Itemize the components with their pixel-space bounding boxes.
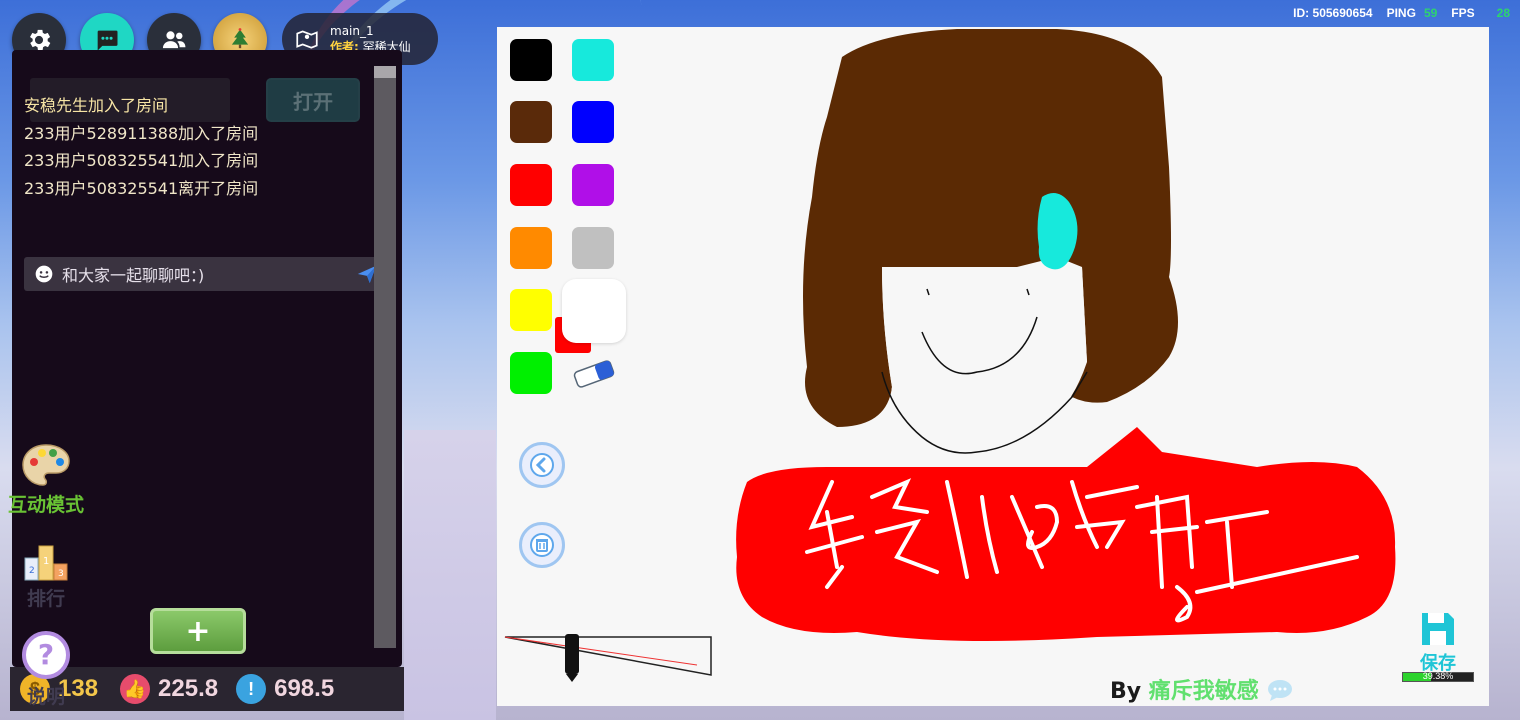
chat-scrollbar-thumb[interactable] xyxy=(374,66,396,78)
color-swatch-orange[interactable] xyxy=(510,227,552,269)
fps-label: FPS xyxy=(1451,6,1475,20)
palette-icon xyxy=(22,444,70,486)
add-button[interactable]: + xyxy=(150,608,246,654)
chat-scrollbar[interactable] xyxy=(374,66,396,648)
ping-label: PING xyxy=(1386,6,1416,20)
fps-readout: FPS 28 xyxy=(1451,6,1510,20)
eraser-icon[interactable] xyxy=(571,357,617,391)
undo-button[interactable] xyxy=(519,442,565,488)
ping-value: 59 xyxy=(1423,6,1438,20)
chat-message-list: 安稳先生加入了房间 233用户528911388加入了房间 233用户50832… xyxy=(24,92,258,202)
svg-text:3: 3 xyxy=(58,569,64,579)
artist-name: 痛斥我敏感 xyxy=(1148,679,1259,704)
save-progress-text: 39.38% xyxy=(1422,671,1454,681)
svg-text:1: 1 xyxy=(43,556,49,567)
save-icon xyxy=(1422,613,1454,645)
by-prefix: By xyxy=(1110,679,1142,704)
open-button[interactable]: 打开 xyxy=(266,78,360,122)
chat-message: 233用户508325541离开了房间 xyxy=(24,178,259,198)
brush-size-handle[interactable] xyxy=(563,632,581,684)
map-name: main_1 xyxy=(330,24,374,38)
side-tool-strip xyxy=(404,430,496,720)
trash-icon xyxy=(530,533,554,557)
drawing-artwork xyxy=(504,29,1396,676)
fps-value: 28 xyxy=(1496,6,1510,20)
color-swatch-yellow[interactable] xyxy=(510,289,552,331)
color-swatch-black[interactable] xyxy=(510,39,552,81)
interactive-mode-button[interactable]: 互动模式 xyxy=(0,442,92,517)
help-label: 说明 xyxy=(26,686,65,708)
interactive-mode-label: 互动模式 xyxy=(7,494,84,516)
question-icon: ? xyxy=(22,631,70,679)
player-id: ID: 505690654 xyxy=(1293,6,1372,20)
color-swatch-red[interactable] xyxy=(510,164,552,206)
popularity-stat: ! 698.5 xyxy=(236,674,334,704)
help-button[interactable]: ? 说明 xyxy=(0,630,92,709)
thumbs-up-icon: 👍 xyxy=(120,674,151,704)
svg-text:2: 2 xyxy=(29,566,35,576)
chat-message: 安稳先生加入了房间 xyxy=(24,96,169,115)
clear-canvas-button[interactable] xyxy=(519,522,565,568)
color-swatch-gray[interactable] xyxy=(572,227,614,269)
ranking-button[interactable]: 2 1 3 排行 xyxy=(0,542,92,611)
ranking-label: 排行 xyxy=(26,588,65,610)
color-swatch-green[interactable] xyxy=(510,352,552,394)
exclamation-icon: ! xyxy=(236,674,267,704)
drawing-canvas[interactable]: By 痛斥我敏感 保存 39.38% xyxy=(497,27,1489,706)
svg-text:?: ? xyxy=(38,638,54,671)
save-progress-bar: 39.38% xyxy=(1402,671,1474,682)
chat-message: 233用户508325541加入了房间 xyxy=(24,151,259,170)
chat-input-placeholder: 和大家一起聊聊吧：) xyxy=(62,266,205,285)
color-swatch-blue[interactable] xyxy=(572,101,614,143)
color-swatch-brown[interactable] xyxy=(510,101,552,143)
map-pin-icon xyxy=(296,30,318,49)
chevron-left-icon xyxy=(530,453,554,477)
emoji-icon[interactable] xyxy=(34,264,54,284)
artist-credit: By 痛斥我敏感 xyxy=(1110,673,1294,705)
podium-icon: 2 1 3 xyxy=(24,545,68,581)
color-swatch-white-selected[interactable] xyxy=(562,279,626,343)
status-bar: ID: 505690654 PING 59 FPS 28 xyxy=(1293,6,1510,20)
like-count: 225.8 xyxy=(158,675,219,702)
ping-readout: PING 59 xyxy=(1387,6,1438,20)
color-swatch-cyan[interactable] xyxy=(572,39,614,81)
chat-input[interactable]: 和大家一起聊聊吧：) xyxy=(24,257,388,291)
id-value: 505690654 xyxy=(1312,6,1373,20)
chat-message: 233用户528911388加入了房间 xyxy=(24,123,259,143)
popularity-count: 698.5 xyxy=(274,675,335,702)
speech-bubble-icon xyxy=(1268,680,1293,701)
like-stat: 👍 225.8 xyxy=(120,674,218,704)
save-button[interactable]: 保存 xyxy=(1417,609,1459,675)
id-label: ID: xyxy=(1293,6,1310,20)
color-swatch-purple[interactable] xyxy=(572,164,614,206)
